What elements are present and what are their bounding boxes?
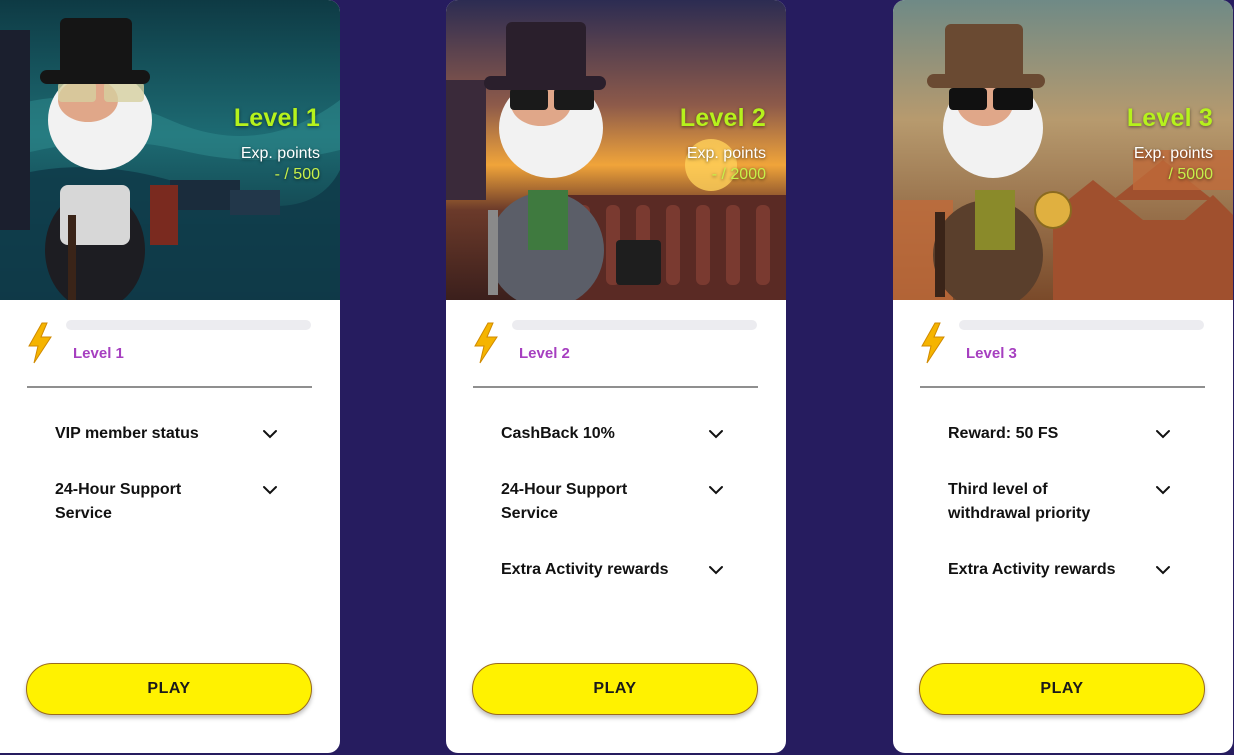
benefit-item[interactable]: 24-Hour Support Service xyxy=(55,478,295,526)
divider xyxy=(27,386,312,388)
benefit-label: Extra Activity rewards xyxy=(948,561,1116,578)
hero-level-title: Level 3 xyxy=(1126,104,1213,132)
benefit-item[interactable]: VIP member status xyxy=(55,422,295,446)
exp-points-value: - / 500 xyxy=(274,166,320,183)
chevron-down-icon[interactable] xyxy=(1155,426,1171,442)
exp-points-label: Exp. points xyxy=(1133,145,1213,162)
level-label: Level 1 xyxy=(73,345,124,362)
benefits-list: CashBack 10% 24-Hour Support Service Ext… xyxy=(501,422,741,614)
lightning-bolt-icon xyxy=(921,322,945,364)
vip-level-card-2: Level 2 Exp. points - / 2000 Level 2 Cas… xyxy=(446,0,786,753)
level-progress: Level 2 xyxy=(472,318,758,368)
chevron-down-icon[interactable] xyxy=(708,562,724,578)
level-progress: Level 1 xyxy=(26,318,312,368)
benefit-item[interactable]: 24-Hour Support Service xyxy=(501,478,741,526)
benefits-list: VIP member status 24-Hour Support Servic… xyxy=(55,422,295,558)
progress-bar xyxy=(66,320,311,330)
lightning-bolt-icon xyxy=(28,322,52,364)
level-progress: Level 3 xyxy=(919,318,1205,368)
chevron-down-icon[interactable] xyxy=(708,426,724,442)
exp-points-label: Exp. points xyxy=(686,145,766,162)
level-label: Level 3 xyxy=(966,345,1017,362)
level-hero-image: Level 2 Exp. points - / 2000 xyxy=(446,0,786,300)
play-button[interactable]: PLAY xyxy=(919,663,1205,715)
benefit-item[interactable]: Reward: 50 FS xyxy=(948,422,1188,446)
play-button[interactable]: PLAY xyxy=(472,663,758,715)
chevron-down-icon[interactable] xyxy=(1155,562,1171,578)
benefit-item[interactable]: CashBack 10% xyxy=(501,422,741,446)
exp-points-value: - / 2000 xyxy=(711,166,766,183)
benefit-label: Reward: 50 FS xyxy=(948,425,1059,442)
exp-points-value: / 5000 xyxy=(1168,166,1213,183)
exp-points-label: Exp. points xyxy=(240,145,320,162)
vip-level-card-3: Level 3 Exp. points / 5000 Level 3 Rewar… xyxy=(893,0,1233,753)
benefit-item[interactable]: Third level of withdrawal priority xyxy=(948,478,1188,526)
chevron-down-icon[interactable] xyxy=(262,426,278,442)
chevron-down-icon[interactable] xyxy=(1155,482,1171,498)
level-hero-image: Level 3 Exp. points / 5000 xyxy=(893,0,1233,300)
level-hero-image: Level 1 Exp. points - / 500 xyxy=(0,0,340,300)
lightning-bolt-icon xyxy=(474,322,498,364)
benefit-label: Extra Activity rewards xyxy=(501,561,669,578)
hero-level-title: Level 2 xyxy=(679,104,766,132)
benefit-item[interactable]: Extra Activity rewards xyxy=(948,558,1188,582)
benefits-list: Reward: 50 FS Third level of withdrawal … xyxy=(948,422,1188,614)
chevron-down-icon[interactable] xyxy=(708,482,724,498)
divider xyxy=(473,386,758,388)
divider xyxy=(920,386,1205,388)
benefit-label: Third level of withdrawal priority xyxy=(948,481,1091,522)
hero-level-title: Level 1 xyxy=(233,104,320,132)
progress-bar xyxy=(512,320,757,330)
vip-level-card-1: Level 1 Exp. points - / 500 Level 1 VIP … xyxy=(0,0,340,753)
benefit-label: VIP member status xyxy=(55,425,199,442)
play-button[interactable]: PLAY xyxy=(26,663,312,715)
benefit-label: CashBack 10% xyxy=(501,425,615,442)
benefit-item[interactable]: Extra Activity rewards xyxy=(501,558,741,582)
progress-bar xyxy=(959,320,1204,330)
chevron-down-icon[interactable] xyxy=(262,482,278,498)
benefit-label: 24-Hour Support Service xyxy=(55,481,182,522)
benefit-label: 24-Hour Support Service xyxy=(501,481,628,522)
level-label: Level 2 xyxy=(519,345,570,362)
